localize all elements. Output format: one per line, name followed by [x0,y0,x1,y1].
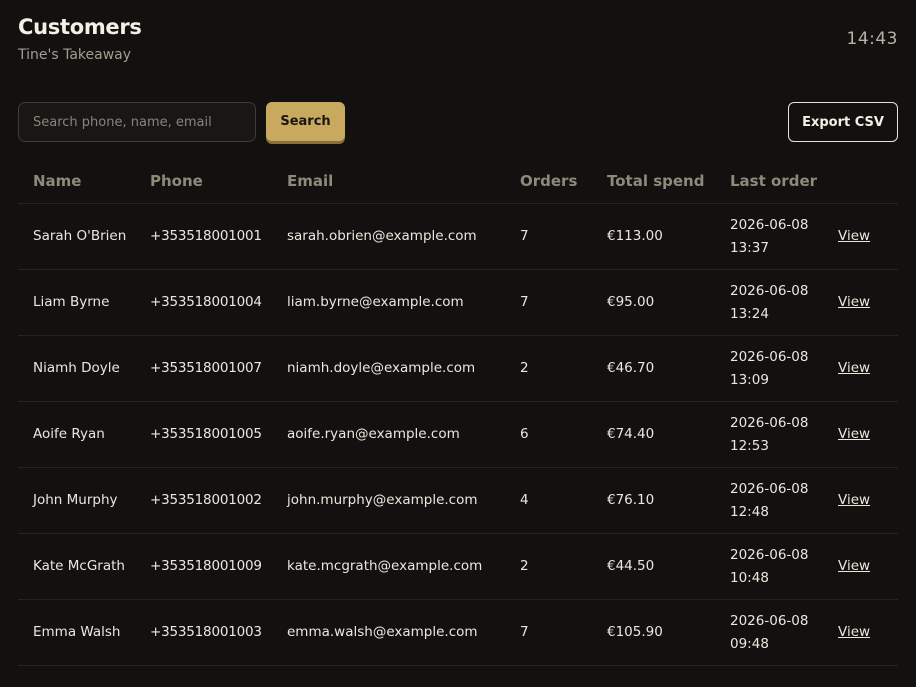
last-order-time: 12:53 [730,437,769,454]
view-customer-link[interactable]: View [838,624,870,640]
customer-orders: 6 [505,401,592,468]
last-order-time: 13:24 [730,305,769,322]
column-header-name: Name [18,158,135,204]
view-customer-link[interactable]: View [838,294,870,310]
customer-phone: +353518001007 [135,335,272,402]
customer-last-order: 2026-06-08 10:48 [715,533,832,600]
customer-orders: 4 [505,467,592,534]
export-csv-button[interactable]: Export CSV [788,102,898,142]
customer-name: John Murphy [18,467,135,534]
customer-last-order: 2026-06-08 12:48 [715,467,832,534]
customer-email: john.murphy@example.com [272,467,505,534]
view-customer-link[interactable]: View [838,228,870,244]
table-row: Kate McGrath +353518001009 kate.mcgrath@… [18,533,898,600]
customers-table: Name Phone Email Orders Total spend Last… [18,158,898,666]
column-header-total-spend: Total spend [592,158,715,204]
view-cell: View [832,467,898,534]
customer-phone: +353518001003 [135,599,272,666]
view-cell: View [832,269,898,336]
customer-email: kate.mcgrath@example.com [272,533,505,600]
table-row: Sarah O'Brien +353518001001 sarah.obrien… [18,203,898,270]
last-order-time: 13:09 [730,371,769,388]
customer-name: Liam Byrne [18,269,135,336]
customer-orders: 7 [505,599,592,666]
customer-email: aoife.ryan@example.com [272,401,505,468]
customer-total-spend: €46.70 [592,335,715,402]
customer-name: Aoife Ryan [18,401,135,468]
last-order-time: 09:48 [730,635,769,652]
last-order-date: 2026-06-08 [730,282,809,299]
column-header-email: Email [272,158,505,204]
last-order-time: 12:48 [730,503,769,520]
customer-orders: 2 [505,335,592,402]
customer-email: emma.walsh@example.com [272,599,505,666]
column-header-orders: Orders [505,158,592,204]
column-header-phone: Phone [135,158,272,204]
table-row: Niamh Doyle +353518001007 niamh.doyle@ex… [18,335,898,402]
view-customer-link[interactable]: View [838,426,870,442]
customer-last-order: 2026-06-08 09:48 [715,599,832,666]
view-cell: View [832,533,898,600]
customer-phone: +353518001002 [135,467,272,534]
search-button[interactable]: Search [266,102,345,141]
last-order-date: 2026-06-08 [730,216,809,233]
customer-total-spend: €95.00 [592,269,715,336]
last-order-date: 2026-06-08 [730,612,809,629]
customer-name: Sarah O'Brien [18,203,135,270]
column-header-last-order: Last order [715,158,832,204]
page-title: Customers [18,15,142,39]
customer-phone: +353518001009 [135,533,272,600]
customer-orders: 2 [505,533,592,600]
search-input[interactable] [18,102,256,142]
customer-name: Kate McGrath [18,533,135,600]
customer-email: sarah.obrien@example.com [272,203,505,270]
view-cell: View [832,599,898,666]
table-row: Aoife Ryan +353518001005 aoife.ryan@exam… [18,401,898,468]
customer-phone: +353518001005 [135,401,272,468]
customer-total-spend: €74.40 [592,401,715,468]
table-row: John Murphy +353518001002 john.murphy@ex… [18,467,898,534]
customer-total-spend: €113.00 [592,203,715,270]
last-order-time: 10:48 [730,569,769,586]
table-row: Liam Byrne +353518001004 liam.byrne@exam… [18,269,898,336]
customer-last-order: 2026-06-08 13:24 [715,269,832,336]
last-order-time: 13:37 [730,239,769,256]
customer-orders: 7 [505,203,592,270]
last-order-date: 2026-06-08 [730,348,809,365]
customer-last-order: 2026-06-08 13:37 [715,203,832,270]
customer-phone: +353518001001 [135,203,272,270]
view-cell: View [832,401,898,468]
page-subtitle: Tine's Takeaway [18,47,132,63]
customer-phone: +353518001004 [135,269,272,336]
view-customer-link[interactable]: View [838,558,870,574]
last-order-date: 2026-06-08 [730,546,809,563]
customer-orders: 7 [505,269,592,336]
view-cell: View [832,335,898,402]
last-order-date: 2026-06-08 [730,480,809,497]
view-cell: View [832,203,898,270]
customer-name: Emma Walsh [18,599,135,666]
customer-total-spend: €105.90 [592,599,715,666]
customer-last-order: 2026-06-08 13:09 [715,335,832,402]
view-customer-link[interactable]: View [838,360,870,376]
customer-email: niamh.doyle@example.com [272,335,505,402]
clock: 14:43 [846,29,898,49]
table-header-row: Name Phone Email Orders Total spend Last… [18,158,898,204]
customer-name: Niamh Doyle [18,335,135,402]
view-customer-link[interactable]: View [838,492,870,508]
customer-email: liam.byrne@example.com [272,269,505,336]
customer-total-spend: €76.10 [592,467,715,534]
customer-last-order: 2026-06-08 12:53 [715,401,832,468]
column-header-actions [832,158,898,204]
customer-total-spend: €44.50 [592,533,715,600]
last-order-date: 2026-06-08 [730,414,809,431]
table-row: Emma Walsh +353518001003 emma.walsh@exam… [18,599,898,666]
